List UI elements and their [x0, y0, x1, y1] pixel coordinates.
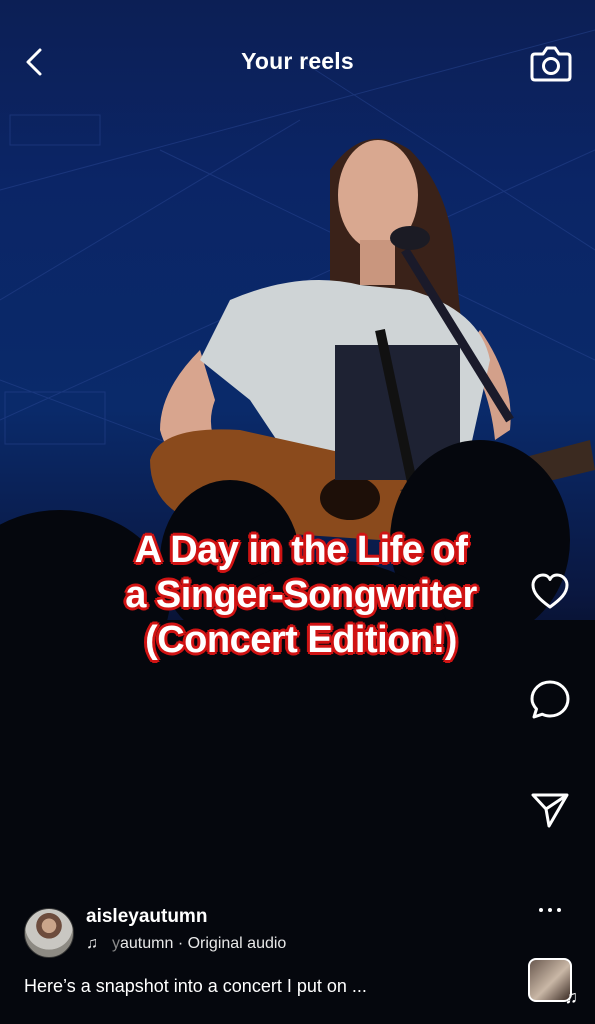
reel-overlay-caption: A Day in the Life of a Singer-Songwriter… [66, 528, 536, 663]
heart-icon [531, 573, 569, 609]
audio-prefix: y [112, 935, 120, 952]
music-note-icon: ♫ [86, 935, 98, 952]
music-note-icon: ♫ [564, 987, 579, 1007]
camera-button[interactable] [528, 42, 574, 84]
reel-video[interactable] [0, 0, 595, 1024]
page-title: Your reels [241, 48, 354, 74]
send-icon [531, 793, 569, 828]
audio-attribution[interactable]: ♫ yautumn · Original audio [86, 935, 286, 953]
reel-author: aisleyautumn ♫ yautumn · Original audio [24, 906, 504, 960]
comment-icon [530, 680, 570, 719]
avatar[interactable] [24, 908, 74, 958]
audio-label: autumn · Original audio [120, 935, 287, 952]
like-button[interactable] [522, 564, 578, 620]
more-horizontal-icon [539, 908, 543, 912]
caption-line: a Singer-Songwriter [125, 574, 477, 616]
camera-icon [530, 46, 572, 82]
audio-thumbnail-button[interactable]: ♫ [528, 958, 578, 1007]
reel-actions [522, 560, 582, 1020]
caption-line: (Concert Edition!) [145, 619, 457, 661]
top-bar: Your reels [0, 0, 595, 120]
reel-description[interactable]: Here’s a snapshot into a concert I put o… [24, 976, 504, 997]
share-button[interactable] [522, 782, 578, 838]
video-frame [0, 29, 595, 1024]
username[interactable]: aisleyautumn [86, 906, 207, 928]
caption-line: A Day in the Life of [134, 529, 468, 571]
more-options-button[interactable] [530, 898, 570, 922]
comment-button[interactable] [522, 672, 578, 728]
